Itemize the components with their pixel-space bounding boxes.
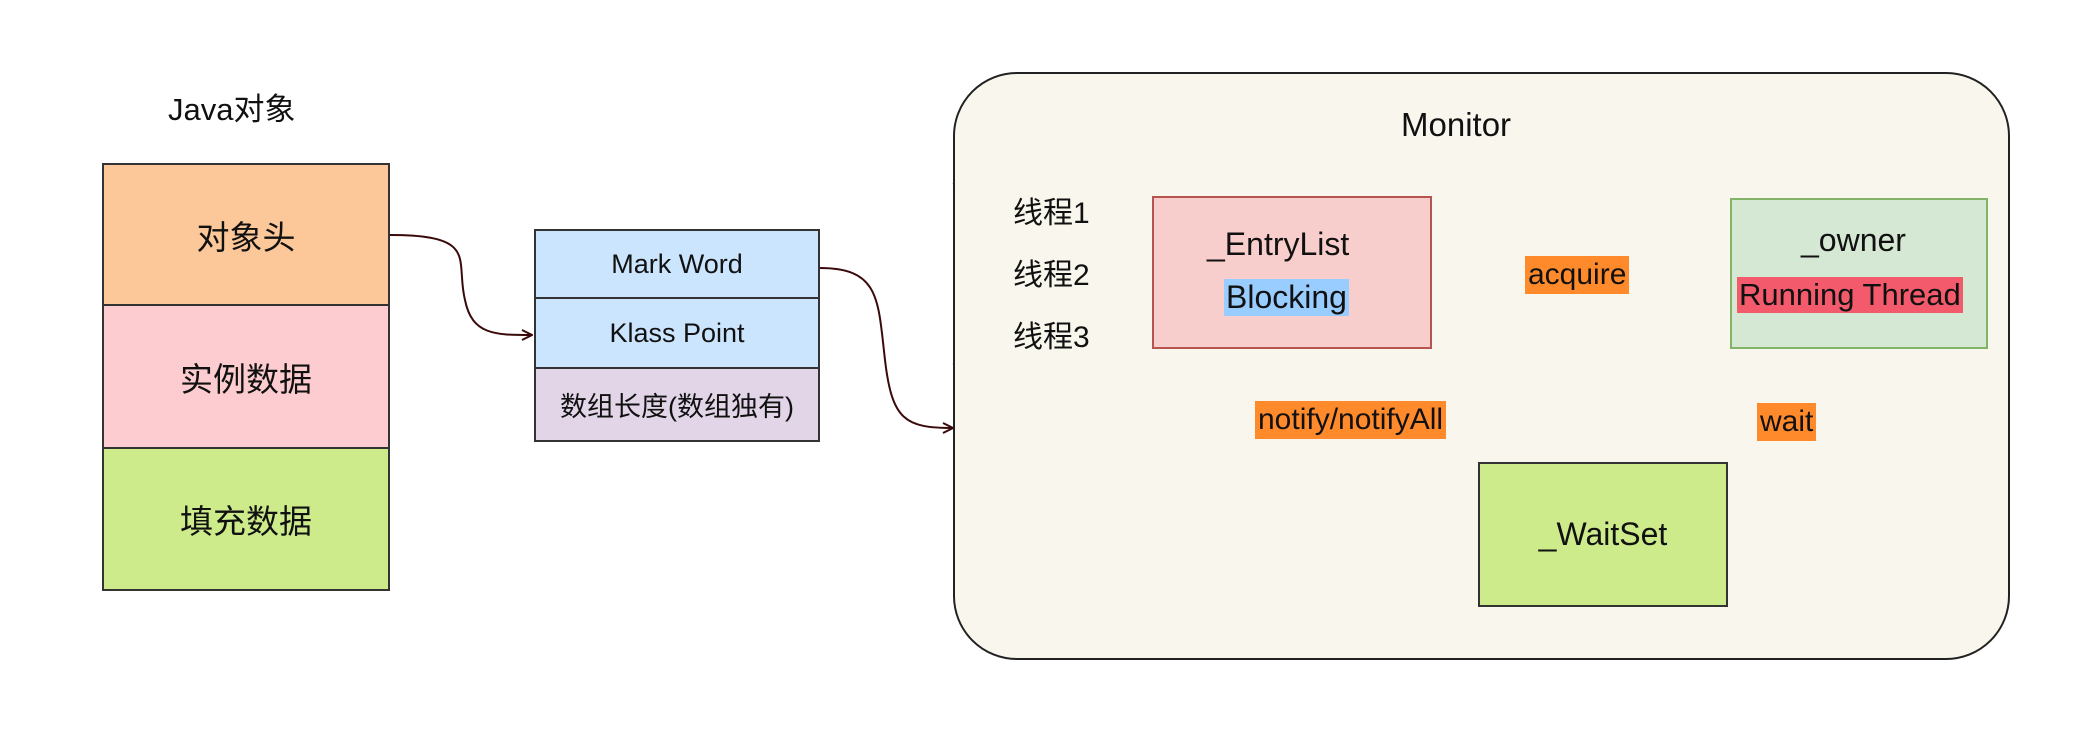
thread1-label: 线程1 (1011, 196, 1092, 232)
object-header-label: 对象头 (196, 218, 296, 256)
padding-data-block: 填充数据 (102, 449, 390, 591)
owner-name: _owner (1801, 222, 1906, 258)
wait-label: wait (1757, 403, 1817, 441)
thread3-label: 线程3 (1011, 320, 1092, 356)
markword-to-monitor-connector (819, 267, 953, 428)
thread2-label: 线程2 (1011, 258, 1092, 294)
acquire-label: acquire (1525, 256, 1630, 294)
monitor-title: Monitor (1401, 106, 1512, 143)
header-to-markword-connector (389, 234, 532, 335)
wait-set-block: _WaitSet (1478, 462, 1728, 607)
padding-data-label: 填充数据 (180, 503, 312, 540)
klass-point-label: Klass Point (609, 317, 745, 348)
java-object-title: Java对象 (168, 92, 296, 127)
mark-word-row: Mark Word (534, 229, 820, 299)
owner-state: Running Thread (1737, 277, 1963, 313)
object-header-block: 对象头 (102, 163, 390, 306)
wait-set-name: _WaitSet (1538, 516, 1668, 552)
klass-point-row: Klass Point (534, 299, 820, 369)
entry-list-block (1152, 196, 1432, 349)
instance-data-block: 实例数据 (102, 306, 390, 449)
entry-list-state: Blocking (1224, 279, 1349, 316)
notify-label: notify/notifyAll (1255, 401, 1447, 439)
mark-word-label: Mark Word (611, 248, 743, 279)
array-length-row: 数组长度(数组独有) (534, 369, 820, 442)
owner-block (1730, 198, 1988, 349)
instance-data-label: 实例数据 (180, 360, 312, 398)
entry-list-name: _EntryList (1207, 226, 1350, 262)
array-length-label: 数组长度(数组独有) (560, 392, 794, 422)
